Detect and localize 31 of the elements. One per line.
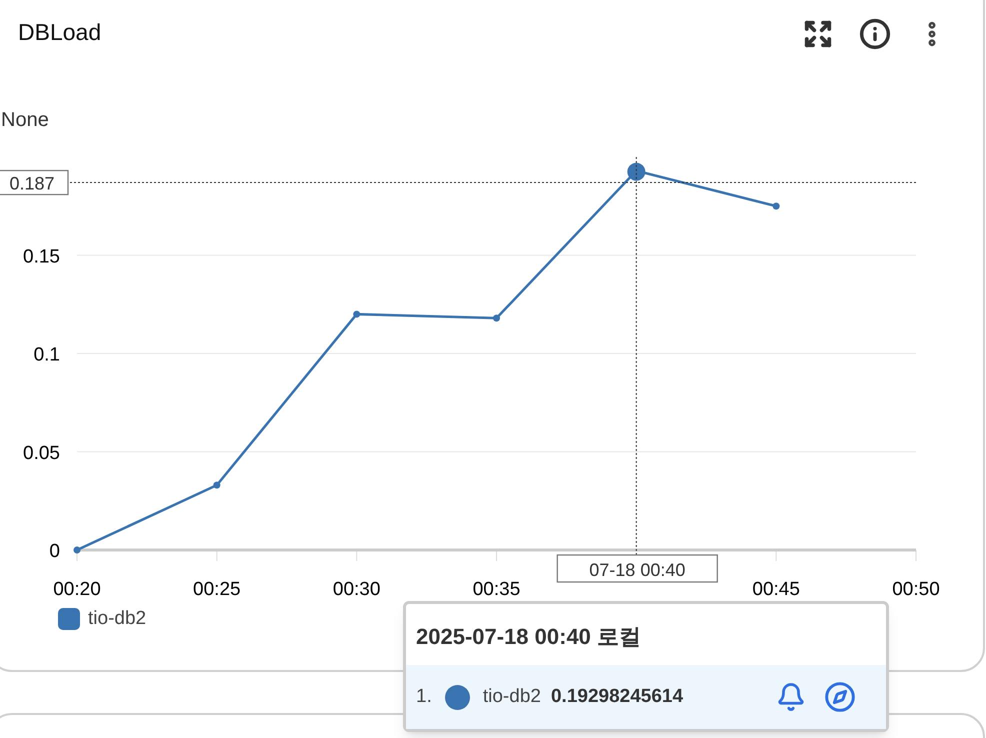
tooltip-title: 2025-07-18 00:40 로컬 — [415, 623, 642, 651]
data-point — [74, 546, 80, 554]
series-value: 0.19298245614 — [550, 684, 684, 709]
crosshair-x-tag: 07-18 00:40 — [556, 554, 718, 583]
x-tick-label: 00:50 — [892, 579, 940, 600]
x-tick-label: 00:30 — [332, 579, 380, 600]
row-index: 1. — [416, 684, 432, 709]
highlighted-point — [627, 162, 646, 181]
y-tick-label: 0.05 — [23, 442, 60, 464]
compass-icon[interactable] — [824, 681, 856, 713]
ref-line-label: 0.187 — [9, 174, 55, 194]
series-name: tio-db2 — [482, 684, 541, 709]
legend-label[interactable]: tio-db2 — [88, 605, 146, 634]
x-tick-label: 00:45 — [752, 579, 800, 600]
y-tick-label: 0.1 — [34, 344, 60, 366]
fullscreen-icon[interactable] — [803, 19, 833, 49]
y-tick-label: 0.15 — [23, 246, 60, 268]
x-tick-label: 00:20 — [53, 579, 101, 600]
data-point — [772, 202, 780, 210]
x-tick-label: 00:35 — [472, 579, 520, 600]
crosshair-y-tag: 0.187 — [0, 170, 69, 196]
ref-line-label: 07-18 00:40 — [589, 560, 686, 580]
info-icon[interactable] — [859, 18, 891, 50]
data-point — [213, 482, 220, 489]
panel-title: DBLoad — [18, 18, 102, 46]
data-point — [493, 314, 500, 322]
y-tick-label: 0 — [49, 541, 60, 562]
x-tick-label: 00:25 — [193, 579, 241, 600]
data-point — [353, 310, 360, 318]
unit-label: None — [1, 109, 49, 131]
bell-icon[interactable] — [776, 682, 806, 712]
